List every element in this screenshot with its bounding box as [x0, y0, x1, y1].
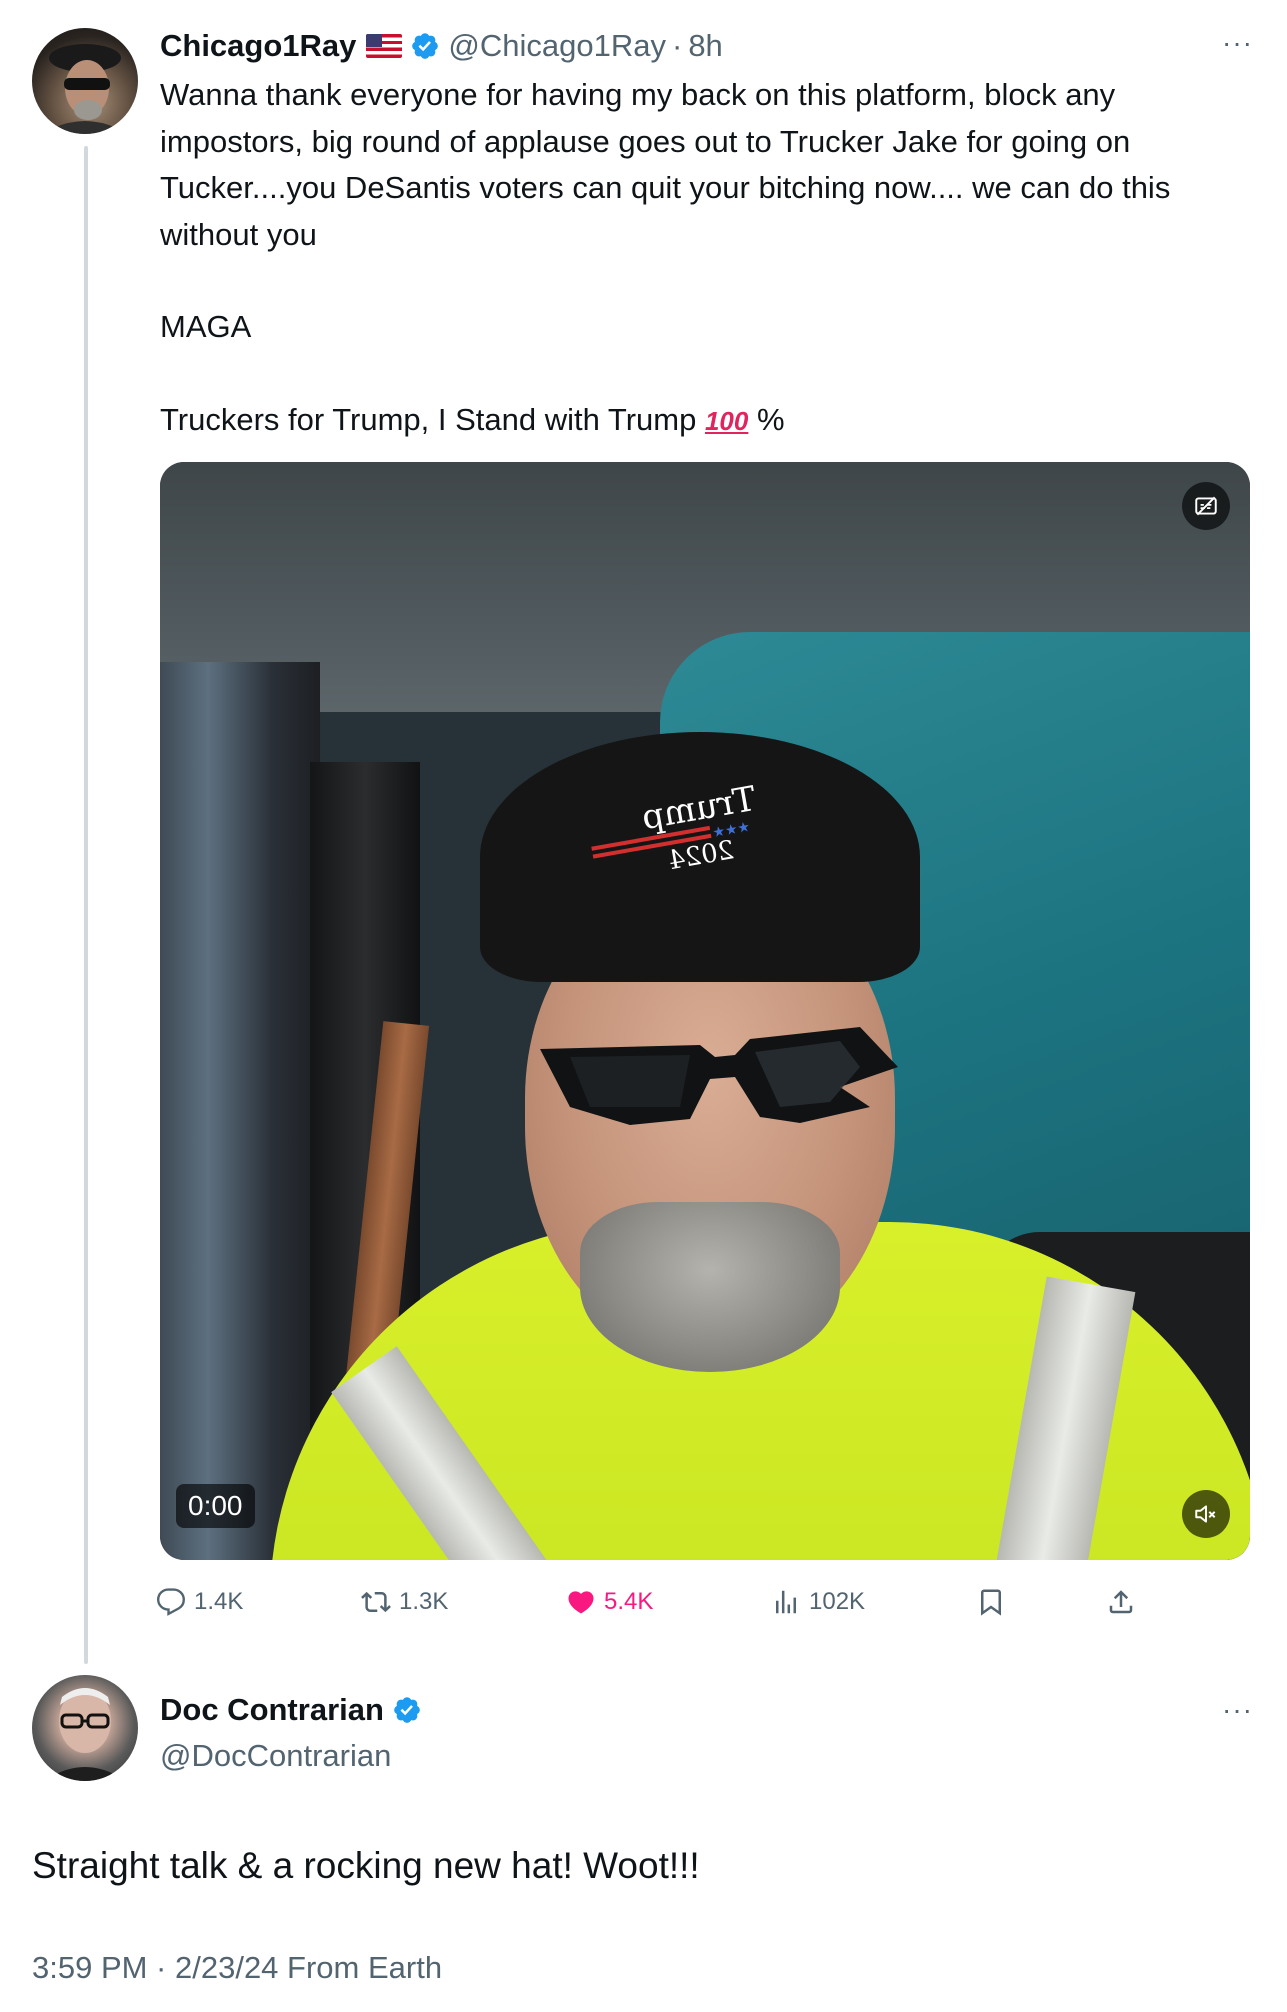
- verified-badge-icon: [412, 33, 439, 59]
- more-options-icon[interactable]: ···: [1222, 1694, 1253, 1726]
- retweet-count: 1.3K: [399, 1588, 449, 1615]
- video-frame-sunglasses: [540, 1027, 898, 1125]
- more-options-icon[interactable]: ···: [1222, 28, 1253, 58]
- reply-button[interactable]: 1.4K: [156, 1580, 243, 1624]
- view-count: 102K: [809, 1588, 866, 1615]
- verified-badge-icon: [394, 1697, 420, 1723]
- reply-count: 1.4K: [194, 1588, 244, 1615]
- video-frame-beard: [580, 1202, 840, 1372]
- separator: ·: [671, 28, 683, 63]
- share-button[interactable]: [1106, 1580, 1144, 1624]
- reply-timestamp[interactable]: 3:59 PM · 2/23/24 From Earth: [32, 1950, 442, 1986]
- display-name[interactable]: Doc Contrarian: [160, 1692, 384, 1728]
- tweet-text: Wanna thank everyone for having my back …: [160, 72, 1240, 444]
- reply-header: Doc Contrarian: [160, 1690, 422, 1730]
- like-button[interactable]: 5.4K: [566, 1580, 653, 1624]
- captions-button[interactable]: [1182, 482, 1230, 530]
- reply-icon: [156, 1588, 185, 1616]
- heart-filled-icon: [568, 1591, 594, 1614]
- bookmark-button[interactable]: [976, 1580, 1014, 1624]
- captions-off-icon: [1195, 496, 1217, 516]
- tweet-paragraph-1: Wanna thank everyone for having my back …: [160, 77, 1179, 252]
- tweet-paragraph-2: MAGA: [160, 309, 252, 344]
- retweet-button[interactable]: 1.3K: [361, 1580, 448, 1624]
- retweet-icon: [361, 1591, 391, 1613]
- us-flag-icon: [366, 34, 403, 58]
- video-timestamp: 0:00: [176, 1484, 255, 1528]
- thread-connector-line: [84, 146, 88, 1664]
- reply-text: Straight talk & a rocking new hat! Woot!…: [32, 1845, 700, 1886]
- views-button[interactable]: 102K: [771, 1580, 865, 1624]
- handle[interactable]: @DocContrarian: [160, 1738, 391, 1774]
- share-upload-icon: [1109, 1590, 1133, 1614]
- unmute-button[interactable]: [1182, 1490, 1230, 1538]
- avatar[interactable]: [32, 1675, 138, 1781]
- bookmark-icon: [981, 1589, 1001, 1616]
- display-name[interactable]: Chicago1Ray: [160, 28, 356, 64]
- handle[interactable]: @Chicago1Ray: [448, 28, 666, 64]
- video-player[interactable]: Trump ★★★ 2024 0:00: [160, 462, 1250, 1560]
- analytics-bars-icon: [776, 1590, 796, 1614]
- tweet-paragraph-3: Truckers for Trump, I Stand with Trump 1…: [160, 397, 1240, 445]
- avatar[interactable]: [32, 28, 138, 134]
- timestamp[interactable]: 8h: [688, 28, 722, 64]
- tweet-paragraph-3-text: Truckers for Trump, I Stand with Trump: [160, 401, 697, 437]
- muted-speaker-icon: [1195, 1505, 1216, 1523]
- hundred-points-emoji: 100: [704, 405, 749, 436]
- video-frame-door: [160, 662, 320, 1560]
- thread-view: Chicago1Ray @Chicago1Ray · 8h ··· Wanna …: [0, 0, 1287, 2012]
- tweet-header: Chicago1Ray @Chicago1Ray · 8h: [160, 26, 1257, 66]
- like-count: 5.4K: [604, 1588, 654, 1615]
- percent-sign: %: [756, 401, 785, 437]
- tweet-action-bar: 1.4K 1.3K 5.4K 102K: [156, 1580, 1156, 1624]
